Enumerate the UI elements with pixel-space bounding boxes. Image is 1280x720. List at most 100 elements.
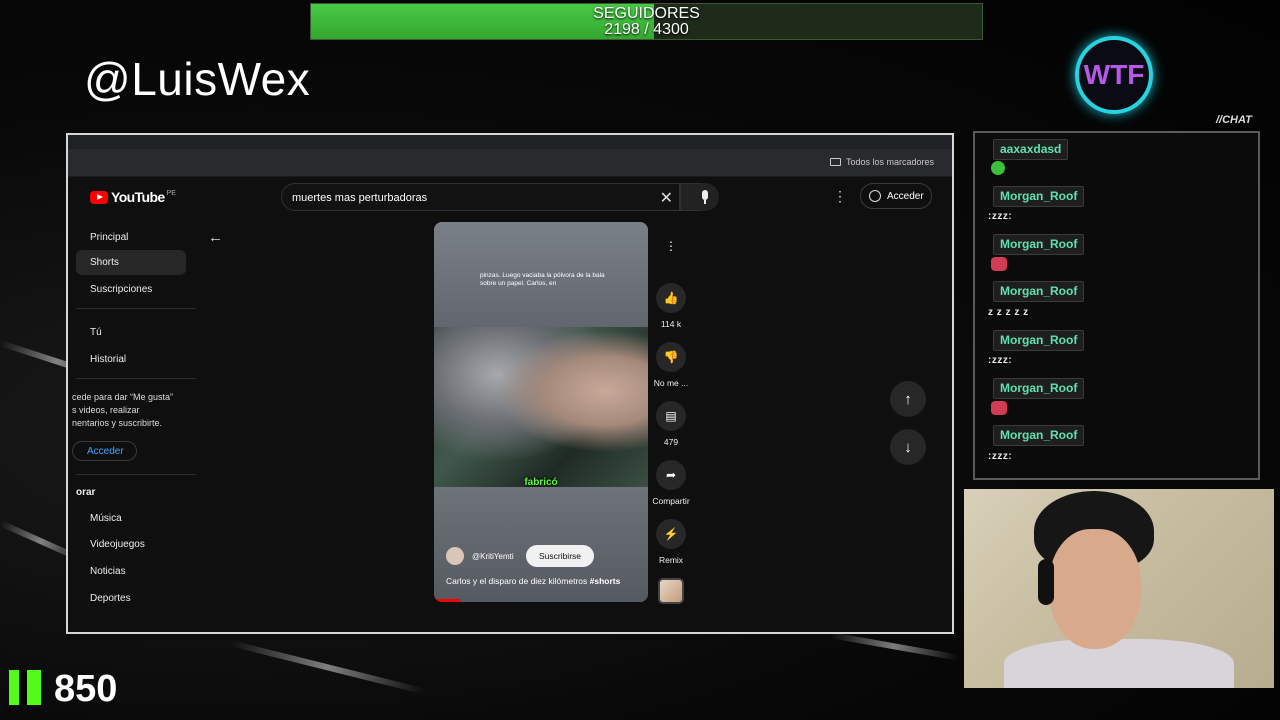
comment-count: 479 [663, 437, 679, 447]
webcam-feed [964, 489, 1274, 688]
streamer-handle: @LuisWex [84, 53, 311, 105]
video-caption: pinzas. Luego vaciaba la pólvora de la b… [480, 272, 605, 287]
kick-logo-icon [9, 670, 41, 705]
explore-heading: orar [76, 487, 96, 498]
bookmarks-label: Todos los marcadores [845, 157, 934, 167]
search-box[interactable]: muertes mas perturbadoras ✕ [281, 183, 680, 211]
previous-short-button[interactable]: ↑ [890, 381, 926, 417]
channel-avatar[interactable] [446, 547, 464, 565]
like-count: 114 k [660, 319, 682, 329]
arrow-down-icon: ↓ [904, 438, 912, 456]
youtube-header: YouTube PE muertes mas perturbadoras ✕ ⋮… [68, 178, 952, 216]
video-info-panel: @KritiYemti Suscribirse Carlos y el disp… [434, 487, 648, 602]
kick-viewer-count: 850 [54, 668, 118, 710]
short-title[interactable]: Carlos y el disparo de diez kilómetros #… [446, 576, 620, 586]
wtf-logo: WTF [1075, 36, 1153, 114]
green-emote-icon [991, 161, 1005, 175]
sidebar-item-tu[interactable]: Tú [76, 320, 186, 345]
chat-username: Morgan_Roof [993, 281, 1085, 302]
voice-search-button[interactable] [691, 183, 719, 211]
remix-icon: ⚡ [656, 519, 686, 549]
short-hashtag[interactable]: #shorts [590, 576, 621, 586]
remix-button[interactable]: ⚡ Remix [644, 519, 698, 565]
red-emote-icon [991, 257, 1007, 271]
follower-goal-label: SEGUIDORES [593, 5, 700, 22]
search-input[interactable]: muertes mas perturbadoras [292, 192, 427, 204]
followers-current: 2198 [604, 21, 640, 38]
sidebar-item-noticias[interactable]: Noticias [76, 559, 186, 584]
comment-icon: ▤ [656, 401, 686, 431]
sidebar-item-principal[interactable]: Principal [76, 225, 186, 250]
share-label: Compartir [652, 496, 690, 506]
chat-username: Morgan_Roof [993, 186, 1085, 207]
follower-goal-text: SEGUIDORES 2198 / 4300 [311, 6, 982, 38]
share-button[interactable]: ➦ Compartir [644, 460, 698, 506]
chat-username: aaxaxdasd [993, 139, 1069, 160]
video-frame-pliers [434, 327, 648, 487]
sign-in-prompt: cede para dar “Me gusta” s videos, reali… [72, 392, 174, 428]
shorts-player[interactable]: pinzas. Luego vaciaba la pólvora de la b… [434, 222, 648, 602]
sidebar-item-historial[interactable]: Historial [76, 347, 186, 372]
playback-progress[interactable] [436, 599, 460, 602]
chat-username: Morgan_Roof [993, 234, 1085, 255]
arrow-up-icon: ↑ [904, 390, 912, 408]
sidebar-item-deportes[interactable]: Deportes [76, 586, 186, 611]
chat-username: Morgan_Roof [993, 378, 1085, 399]
sign-in-label: Acceder [887, 190, 924, 202]
background-streak [229, 640, 425, 695]
follower-goal-count: 2198 / 4300 [311, 22, 982, 38]
share-icon: ➦ [656, 460, 686, 490]
headset [1038, 559, 1054, 605]
remix-label: Remix [658, 555, 684, 565]
dislike-label: No me ... [653, 378, 689, 388]
youtube-sidebar: Principal Shorts Suscripciones Tú Histor… [68, 221, 198, 632]
youtube-play-icon [90, 190, 108, 204]
chat-username: Morgan_Roof [993, 425, 1085, 446]
like-button[interactable]: 👍 114 k [644, 283, 698, 329]
followers-separator: / [639, 21, 654, 38]
address-bar[interactable] [68, 135, 952, 149]
dislike-button[interactable]: 👎 No me ... [644, 342, 698, 388]
streamer-face [1049, 529, 1141, 649]
browser-window: Todos los marcadores YouTube PE muertes … [66, 133, 954, 634]
channel-name[interactable]: @KritiYemti [472, 552, 514, 561]
short-menu-button[interactable]: ⋮ [644, 231, 698, 261]
sidebar-item-suscripciones[interactable]: Suscripciones [76, 277, 186, 302]
sidebar-sign-in-button[interactable]: Acceder [72, 441, 137, 461]
streamer-shirt [1004, 639, 1234, 688]
microphone-icon [702, 190, 708, 200]
comments-button[interactable]: ▤ 479 [644, 401, 698, 447]
sidebar-item-musica[interactable]: Música [76, 506, 186, 531]
sound-thumbnail[interactable] [658, 578, 684, 604]
chat-panel: aaxaxdasd Morgan_Roof :zzz: Morgan_Roof … [973, 131, 1260, 480]
follower-goal-bar: SEGUIDORES 2198 / 4300 [310, 3, 983, 40]
thumbs-up-icon: 👍 [656, 283, 686, 313]
short-title-text: Carlos y el disparo de diez kilómetros [446, 576, 588, 586]
vertical-dots-icon: ⋮ [665, 239, 677, 253]
chat-tag: //CHAT [1216, 114, 1252, 126]
next-short-button[interactable]: ↓ [890, 429, 926, 465]
more-options-icon[interactable]: ⋮ [833, 188, 847, 205]
back-arrow-icon[interactable]: ← [208, 229, 223, 246]
red-emote-icon [991, 401, 1007, 415]
folder-icon [829, 158, 841, 166]
user-icon [869, 190, 881, 202]
followers-goal: 4300 [653, 21, 689, 38]
sidebar-divider [76, 474, 196, 475]
all-bookmarks-button[interactable]: Todos los marcadores [829, 157, 934, 167]
chat-message: :zzz: [988, 451, 1013, 462]
clear-search-icon[interactable]: ✕ [660, 188, 673, 208]
chat-message: :zzz: [988, 211, 1013, 222]
bookmarks-bar: Todos los marcadores [68, 149, 952, 177]
sidebar-item-shorts[interactable]: Shorts [76, 250, 186, 275]
sign-in-button[interactable]: Acceder [860, 183, 932, 209]
subscribe-button[interactable]: Suscribirse [526, 545, 594, 567]
background-streak [829, 632, 959, 661]
sidebar-item-videojuegos[interactable]: Videojuegos [76, 532, 186, 557]
youtube-logo[interactable]: YouTube PE [90, 189, 176, 205]
chat-message: :zzz: [988, 355, 1013, 366]
video-frame-top: pinzas. Luego vaciaba la pólvora de la b… [434, 222, 648, 327]
sidebar-divider [76, 308, 196, 309]
sidebar-divider [76, 378, 196, 379]
stream-overlay: SEGUIDORES 2198 / 4300 @LuisWex WTF //CH… [0, 0, 1280, 720]
